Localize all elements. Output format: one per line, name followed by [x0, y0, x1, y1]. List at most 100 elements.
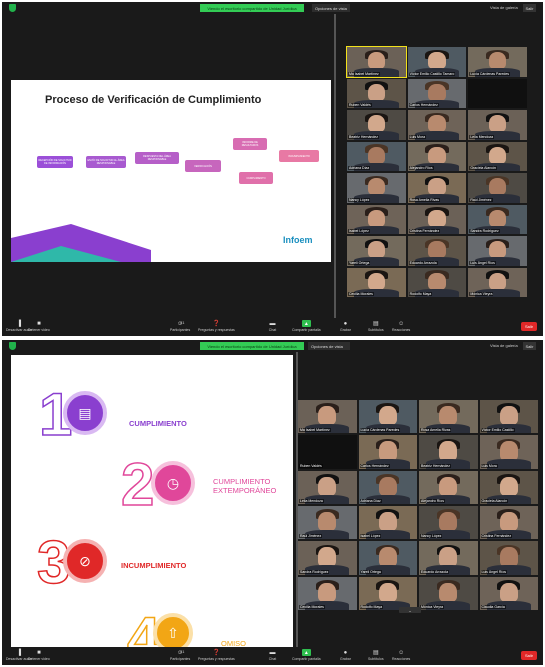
participant-tile[interactable]: Beatriz Hernández	[347, 110, 406, 140]
view-options-button[interactable]: Opciones de vista	[308, 342, 350, 350]
participant-video	[367, 146, 386, 164]
gallery-page-button[interactable]: ⌄	[399, 607, 421, 613]
participant-tile[interactable]: Cecilia Morales	[298, 576, 357, 610]
toolbar-label: Subtítulos	[368, 657, 384, 661]
toolbar-reactions-button[interactable]: ☺ Reacciones	[392, 649, 410, 662]
participant-tile[interactable]: Adriana Díaz	[347, 141, 406, 171]
participant-name: Beatriz Hernández	[348, 134, 379, 139]
participant-tile[interactable]: Cecilia Morales	[347, 267, 406, 297]
participant-name: Víctor Emilio Castillo	[480, 428, 515, 433]
participant-tile[interactable]: Leila Mendoza	[468, 110, 527, 140]
participant-tile[interactable]: Nancy López	[347, 173, 406, 203]
participant-tile[interactable]: Sandra Rodríguez	[468, 204, 527, 234]
split-divider[interactable]	[334, 14, 336, 318]
participant-name: Rodolfo Maya	[359, 604, 384, 609]
participant-tile[interactable]: Yareli Ortega	[347, 236, 406, 266]
security-shield-icon[interactable]	[9, 342, 16, 350]
toolbar-chat-button[interactable]: ▬ Chat	[268, 649, 277, 662]
participant-tile[interactable]: Eduardo Arrazola	[407, 236, 467, 266]
participant-tile[interactable]: Sandra Rodríguez	[298, 541, 357, 575]
toolbar-share-screen-button[interactable]: ▲ Compartir pantalla	[292, 320, 321, 332]
participant-tile[interactable]: Isabel López	[347, 204, 406, 234]
participant-tile[interactable]: Ruben Valdés	[347, 78, 406, 108]
gallery-view-button[interactable]: Vista de galería	[490, 5, 518, 10]
participant-video	[378, 476, 397, 496]
participant-tile[interactable]: Yareli Ortega	[358, 541, 417, 575]
participant-tile[interactable]: Leila Mendoza	[298, 470, 357, 504]
chat-icon: ▬	[269, 649, 276, 656]
participant-name: Cristina Fernández	[408, 229, 441, 233]
participant-name: Beatriz Hernández	[420, 463, 451, 468]
participant-tile[interactable]: Ruben Valdés	[298, 435, 357, 469]
end-meeting-button[interactable]: Salir	[521, 322, 537, 331]
participant-tile[interactable]: Isabel López	[358, 505, 417, 540]
toolbar-qa-button[interactable]: ❓ Preguntas y respuestas	[198, 649, 235, 661]
exit-fullscreen-button[interactable]: Salir	[523, 342, 536, 350]
participant-tile[interactable]: Nancy López	[419, 505, 478, 540]
participant-tile[interactable]: Cristina Fernández	[479, 505, 538, 540]
flow-step-3: RESPUESTA DEL ÁREA RESPONSABLE	[135, 152, 179, 164]
participant-video	[378, 582, 397, 602]
toolbar-label: Compartir pantalla	[292, 328, 321, 332]
participant-tile[interactable]: Raúl Jiménez	[468, 173, 527, 203]
participant-tile[interactable]: Alejandro Ríos	[407, 141, 467, 171]
participant-tile[interactable]: Raúl Jiménez	[298, 505, 357, 540]
participant-name: Lucía Cárdenas Paredes	[359, 428, 401, 433]
end-meeting-button[interactable]: Salir	[521, 651, 537, 660]
toolbar-reactions-button[interactable]: ☺ Reacciones	[392, 320, 410, 333]
toolbar-share-screen-button[interactable]: ▲ Compartir pantalla	[292, 649, 321, 661]
participant-tile[interactable]: Cristina Fernández	[407, 204, 467, 234]
toolbar-qa-button[interactable]: ❓ Preguntas y respuestas	[198, 320, 235, 332]
participant-tile[interactable]: Rosa Amelia Rivas	[419, 400, 478, 434]
participant-tile[interactable]: Graciela Alarcón	[468, 141, 527, 171]
participant-tile[interactable]: Lucía Cárdenas Paredes	[468, 47, 527, 77]
participant-tile[interactable]: Claudia García	[479, 576, 538, 610]
participant-video	[428, 146, 446, 164]
participant-tile[interactable]: Víctor Emilio Castillo Tamaro	[407, 47, 467, 77]
toolbar-captions-button[interactable]: ▤ Subtítulos	[368, 320, 384, 332]
participant-tile[interactable]: Luis Mora	[407, 110, 467, 140]
participant-tile[interactable]: Graciela Alarcón	[479, 470, 538, 504]
participant-name: Graciela Alarcón	[480, 498, 509, 503]
toolbar-participants-button[interactable]: ☺ Participantes 41	[170, 320, 190, 332]
participant-tile[interactable]: Ma Isabel Martínez	[346, 46, 407, 78]
participant-video	[488, 146, 507, 164]
participant-tile[interactable]: Ma Isabel Martínez	[298, 400, 357, 434]
participant-tile[interactable]: Mónica Vieyra	[468, 267, 527, 297]
participant-tile[interactable]: Rodolfo Maya	[407, 267, 467, 297]
participant-tile[interactable]: Eduardo Arrazola	[419, 541, 478, 575]
participant-tile[interactable]: Rodolfo Maya	[358, 576, 417, 610]
participant-tile[interactable]	[468, 78, 527, 108]
participant-video	[318, 405, 337, 426]
participant-tile[interactable]: Beatriz Hernández	[419, 435, 478, 469]
participant-tile[interactable]: Lucía Cárdenas Paredes	[358, 400, 417, 434]
gallery-view-button[interactable]: Vista de galería	[490, 343, 518, 348]
toolbar-chat-button[interactable]: ▬ Chat	[268, 320, 277, 333]
participant-tile[interactable]: Alejandro Ríos	[419, 470, 478, 504]
participant-tile[interactable]: Luis Mora	[479, 435, 538, 469]
participant-tile[interactable]: Víctor Emilio Castillo	[479, 400, 538, 434]
participant-tile[interactable]: Luis Ángel Ríos	[468, 236, 527, 266]
participant-tile[interactable]: Rosa Amelia Rivas	[407, 173, 467, 203]
toolbar-captions-button[interactable]: ▤ Subtítulos	[368, 649, 384, 661]
participant-video	[318, 547, 337, 567]
flow-step-4: VERIFICACIÓN	[185, 160, 221, 172]
exit-fullscreen-button[interactable]: Salir	[523, 4, 536, 12]
toolbar-video-camera-button[interactable]: ■ Detener video	[28, 320, 50, 333]
security-shield-icon[interactable]	[9, 4, 16, 12]
participant-gallery: Ma Isabel Martínez Víctor Emilio Castillo…	[346, 46, 527, 297]
reactions-icon: ☺	[398, 320, 405, 327]
participant-tile[interactable]: Mónica Vieyra	[419, 576, 478, 610]
participant-tile[interactable]: Carlos Hernández	[358, 435, 417, 469]
toolbar-label: Detener video	[28, 328, 50, 332]
toolbar-record-button[interactable]: ● Grabar	[340, 320, 351, 333]
shared-screen: Proceso de Verificación de Cumplimiento …	[11, 80, 331, 262]
flow-step-1: RECEPCIÓN DE SOLICITUD DE INFORMACIÓN	[37, 156, 73, 168]
view-options-button[interactable]: Opciones de vista	[312, 4, 350, 12]
toolbar-participants-button[interactable]: ☺ Participantes 41	[170, 649, 190, 661]
participant-tile[interactable]: Carlos Hernández	[407, 78, 467, 108]
participant-tile[interactable]: Adriana Díaz	[358, 470, 417, 504]
toolbar-record-button[interactable]: ● Grabar	[340, 649, 351, 662]
participant-tile[interactable]: Luis Ángel Ríos	[479, 541, 538, 575]
toolbar-video-camera-button[interactable]: ■ Detener video	[28, 649, 50, 662]
